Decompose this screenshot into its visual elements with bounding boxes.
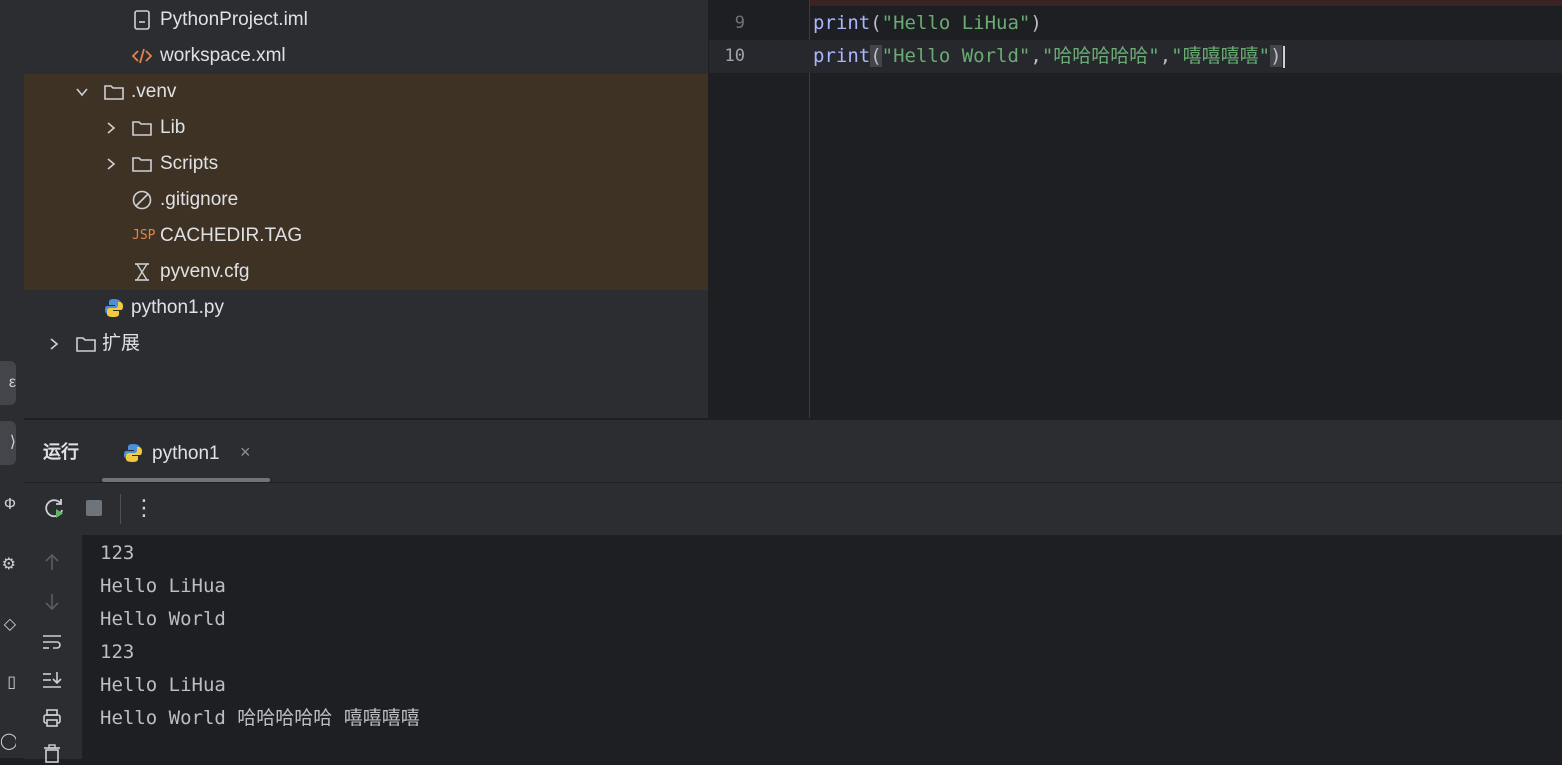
trash-icon[interactable] xyxy=(41,743,63,765)
tree-item-label: PythonProject.iml xyxy=(160,9,308,30)
toolbar-divider xyxy=(24,482,1562,483)
jsp-file-icon: JSP xyxy=(132,228,156,243)
python-file-icon xyxy=(105,299,123,317)
tree-item-pythonproject-iml[interactable]: PythonProject.iml xyxy=(24,2,708,38)
code-line-current[interactable]: 10 print("Hello World","哈哈哈哈哈","嘻嘻嘻嘻") xyxy=(709,40,1562,73)
tree-item-venv[interactable]: .venv xyxy=(24,74,708,110)
code-token-string: "Hello World" xyxy=(881,45,1031,67)
code-token-function: print xyxy=(813,12,871,34)
text-caret xyxy=(1282,45,1285,68)
tree-item-label: .venv xyxy=(131,81,177,102)
arrow-down-icon[interactable] xyxy=(41,591,63,613)
code-token-paren: ( xyxy=(870,45,882,67)
console-line: 123 xyxy=(100,542,135,564)
code-text[interactable]: print("Hello LiHua") xyxy=(813,7,1042,40)
xml-file-icon xyxy=(131,48,153,64)
console-line: Hello World xyxy=(100,608,226,630)
line-number: 9 xyxy=(734,13,745,33)
services-tool-button[interactable]: ◇ xyxy=(0,603,16,647)
config-file-icon xyxy=(135,263,149,281)
project-tree: PythonProject.iml workspace.xml .venv Li… xyxy=(24,0,708,418)
soft-wrap-icon[interactable] xyxy=(41,631,63,653)
code-token-string: "Hello LiHua" xyxy=(881,12,1031,34)
tree-item-lib[interactable]: Lib xyxy=(24,110,708,146)
tree-item-label: CACHEDIR.TAG xyxy=(160,225,303,246)
tree-item-label: 扩展 xyxy=(102,333,141,354)
code-text[interactable]: print("Hello World","哈哈哈哈哈","嘻嘻嘻嘻") xyxy=(813,40,1285,73)
tab-label: python1 xyxy=(152,443,220,464)
tree-item-gitignore[interactable]: .gitignore xyxy=(24,182,708,218)
chevron-right-icon[interactable] xyxy=(47,337,61,351)
run-tool-button[interactable]: ⟩ xyxy=(0,421,16,465)
close-tab-icon[interactable]: × xyxy=(240,442,251,463)
tree-item-label: pyvenv.cfg xyxy=(160,261,250,282)
tree-item-cachedir-tag[interactable]: JSP CACHEDIR.TAG xyxy=(24,218,708,254)
console-output[interactable]: 123 Hello LiHua Hello World 123 Hello Li… xyxy=(82,535,1562,759)
code-token-paren: ( xyxy=(870,12,882,34)
console-side-toolbar xyxy=(24,535,82,763)
folder-icon xyxy=(76,337,96,352)
chevron-right-icon[interactable] xyxy=(104,157,118,171)
tree-item-extensions[interactable]: 扩展 xyxy=(24,326,708,362)
tree-item-workspace-xml[interactable]: workspace.xml xyxy=(24,38,708,74)
toolbar-separator xyxy=(120,494,121,524)
tree-item-python1-py[interactable]: python1.py xyxy=(24,290,708,326)
more-options-icon[interactable]: ⋮ xyxy=(132,496,156,520)
ignore-file-icon xyxy=(132,190,152,210)
plugin-tool-button[interactable]: Ф xyxy=(0,483,16,527)
chevron-right-icon[interactable] xyxy=(104,121,118,135)
tree-item-pyvenv-cfg[interactable]: pyvenv.cfg xyxy=(24,254,708,290)
rerun-icon[interactable] xyxy=(43,496,67,520)
folder-icon xyxy=(132,157,152,172)
tree-item-label: .gitignore xyxy=(160,189,239,210)
chevron-down-icon[interactable] xyxy=(75,85,89,99)
stop-icon[interactable] xyxy=(82,496,106,520)
code-editor[interactable]: 9 print("Hello LiHua") 10 print("Hello W… xyxy=(708,0,1562,418)
tree-item-label: Lib xyxy=(160,117,186,138)
code-token-paren: ) xyxy=(1030,12,1042,34)
code-token-function: print xyxy=(813,45,871,67)
terminal-tool-button[interactable]: ▯ xyxy=(0,661,16,705)
scroll-to-end-icon[interactable] xyxy=(41,669,63,691)
run-panel-title: 运行 xyxy=(43,442,79,462)
print-icon[interactable] xyxy=(41,707,63,729)
run-panel: 运行 python1 × ⋮ 123 Hello LiHua Hello Wor… xyxy=(24,419,1562,763)
code-line[interactable]: 9 print("Hello LiHua") xyxy=(709,7,1562,40)
code-token-comma: , xyxy=(1159,45,1172,67)
console-line: Hello World 哈哈哈哈哈 嘻嘻嘻嘻 xyxy=(100,707,420,729)
console-line: Hello LiHua xyxy=(100,674,226,696)
tree-item-label: Scripts xyxy=(160,153,219,174)
iml-file-icon xyxy=(134,10,150,30)
structure-tool-button[interactable]: ε xyxy=(0,361,16,405)
tree-item-label: python1.py xyxy=(131,297,224,318)
tab-python1[interactable]: python1 × xyxy=(102,430,270,482)
code-token-comma: , xyxy=(1030,45,1042,67)
folder-icon xyxy=(132,121,152,136)
previous-line-highlight xyxy=(809,0,1562,6)
tree-item-label: workspace.xml xyxy=(160,45,286,66)
problems-tool-button[interactable]: ◯ xyxy=(0,720,16,764)
line-number: 10 xyxy=(724,46,745,66)
settings-tool-button[interactable]: ⚙ xyxy=(0,543,16,587)
python-run-icon xyxy=(124,444,142,462)
code-token-string: "嘻嘻嘻嘻" xyxy=(1171,45,1271,67)
tree-item-scripts[interactable]: Scripts xyxy=(24,146,708,182)
code-token-paren: ) xyxy=(1270,45,1282,67)
arrow-up-icon[interactable] xyxy=(41,551,63,573)
console-line: Hello LiHua xyxy=(100,575,226,597)
console-line: 123 xyxy=(100,641,135,663)
code-token-string: "哈哈哈哈哈" xyxy=(1041,45,1160,67)
folder-icon xyxy=(104,85,124,100)
left-tool-strip: ε ⟩ Ф ⚙ ◇ ▯ ◯ xyxy=(0,0,25,758)
